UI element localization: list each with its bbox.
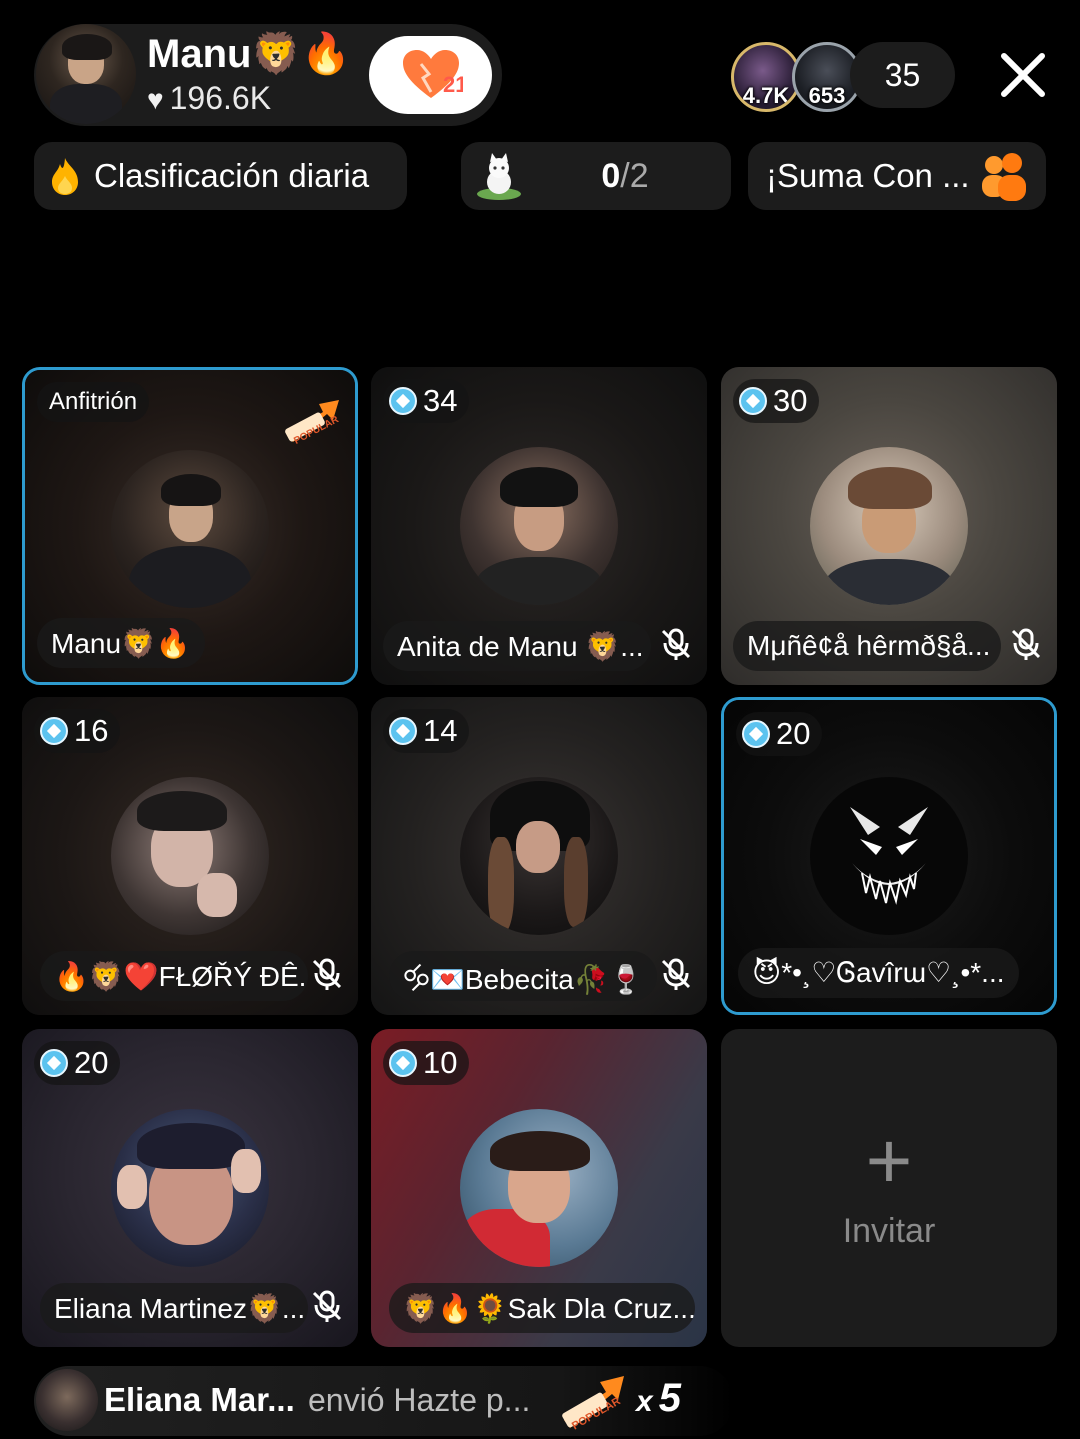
level-value: 30 bbox=[773, 383, 808, 418]
seat-name: Manu🦁🔥 bbox=[37, 618, 205, 668]
heart-follow-icon: 21 bbox=[402, 50, 463, 98]
host-tag: Anfitrión bbox=[37, 382, 150, 422]
gift-action-text: envió Hazte p... bbox=[308, 1382, 531, 1418]
goal-progress-chip[interactable]: 0/2 bbox=[461, 142, 731, 210]
popular-gift-icon: POPULAR bbox=[562, 1376, 624, 1432]
level-badge: 30 bbox=[733, 379, 820, 423]
level-value: 20 bbox=[74, 1045, 109, 1080]
gift-multiplier-prefix: x bbox=[636, 1385, 653, 1418]
seat-name: 🔥🦁❤️FŁØŘÝ ĐÊ... bbox=[40, 951, 308, 1001]
seat-avatar bbox=[111, 450, 269, 608]
goal-progress-total: /2 bbox=[620, 156, 649, 195]
promo-chip[interactable]: ¡Suma Con ... bbox=[748, 142, 1046, 210]
seat-card[interactable]: 34 Anita de Manu 🦁... bbox=[371, 367, 707, 685]
invite-label: Invitar bbox=[842, 1211, 936, 1250]
seat-card-host[interactable]: Anfitrión POPULAR Manu🦁🔥 bbox=[22, 367, 358, 685]
popular-badge-icon: POPULAR bbox=[285, 400, 341, 446]
diamond-icon bbox=[739, 387, 767, 415]
goal-progress-current: 0 bbox=[601, 156, 621, 195]
top-viewer-avatar-1[interactable]: 4.7K bbox=[731, 42, 801, 112]
host-avatar[interactable] bbox=[36, 24, 136, 124]
plus-icon: + bbox=[865, 1115, 913, 1205]
level-value: 14 bbox=[423, 713, 458, 748]
seat-name: Mμñê¢å hêrmð§å... bbox=[733, 621, 1001, 671]
level-value: 10 bbox=[423, 1045, 458, 1080]
follow-button[interactable]: 21 bbox=[369, 36, 492, 114]
diamond-icon bbox=[389, 1049, 417, 1077]
level-badge: 10 bbox=[383, 1041, 470, 1085]
seat-avatar bbox=[810, 447, 968, 605]
seat-avatar bbox=[460, 1109, 618, 1267]
level-value: 20 bbox=[776, 716, 811, 751]
diamond-icon bbox=[40, 717, 68, 745]
viewer-count-button[interactable]: 35 bbox=[850, 42, 955, 108]
mic-muted-icon bbox=[661, 628, 691, 660]
mic-muted-icon bbox=[312, 1290, 342, 1322]
gift-sender-avatar[interactable] bbox=[36, 1369, 98, 1431]
diamond-icon bbox=[389, 387, 417, 415]
host-name: Manu🦁🔥 bbox=[147, 32, 352, 76]
top-viewer-count-1: 4.7K bbox=[742, 83, 790, 108]
close-icon[interactable] bbox=[998, 50, 1048, 100]
demon-face-icon bbox=[850, 807, 928, 905]
diamond-icon bbox=[389, 717, 417, 745]
seat-name: Eliana Martinez🦁... bbox=[40, 1283, 308, 1333]
seat-name: 😈*•¸♡Ꮆavîrɯ♡¸•*... bbox=[738, 948, 1019, 998]
level-badge: 20 bbox=[736, 712, 823, 756]
seat-avatar bbox=[460, 777, 618, 935]
seat-avatar bbox=[460, 447, 618, 605]
invite-button[interactable]: + Invitar bbox=[721, 1029, 1057, 1347]
seat-card[interactable]: 14 🝰💌Bebecita🥀🍷 bbox=[371, 697, 707, 1015]
heart-icon: ♥ bbox=[147, 84, 164, 115]
level-badge: 14 bbox=[383, 709, 470, 753]
top-viewer-count-2: 653 bbox=[808, 83, 846, 108]
seat-card-selected[interactable]: 20 😈*•¸♡Ꮆavîrɯ♡¸•*... bbox=[721, 697, 1057, 1015]
level-badge: 16 bbox=[34, 709, 121, 753]
seat-avatar bbox=[111, 1109, 269, 1267]
flame-icon bbox=[52, 158, 78, 195]
seat-name: Anita de Manu 🦁... bbox=[383, 621, 651, 671]
diamond-icon bbox=[40, 1049, 68, 1077]
seat-name: 🝰💌Bebecita🥀🍷 bbox=[389, 951, 657, 1001]
promo-label: ¡Suma Con ... bbox=[766, 157, 970, 194]
gift-multiplier: x5 bbox=[636, 1376, 681, 1421]
level-value: 16 bbox=[74, 713, 109, 748]
gift-sender-name: Eliana Mar... bbox=[104, 1381, 295, 1418]
seat-card[interactable]: 10 🦁🔥🌻Sak Dla Cruz... bbox=[371, 1029, 707, 1347]
seat-avatar bbox=[810, 777, 968, 935]
mic-muted-icon bbox=[661, 958, 691, 990]
level-badge: 20 bbox=[34, 1041, 121, 1085]
level-value: 34 bbox=[423, 383, 458, 418]
mic-muted-icon bbox=[312, 958, 342, 990]
daily-ranking-chip[interactable]: Clasificación diaria bbox=[34, 142, 407, 210]
seat-card[interactable]: 16 🔥🦁❤️FŁØŘÝ ĐÊ... bbox=[22, 697, 358, 1015]
level-badge: 34 bbox=[383, 379, 470, 423]
daily-ranking-label: Clasificación diaria bbox=[94, 157, 370, 194]
diamond-icon bbox=[742, 720, 770, 748]
seat-avatar bbox=[111, 777, 269, 935]
goal-progress: 0/2 bbox=[461, 157, 731, 196]
follow-count: 21 bbox=[443, 72, 463, 97]
host-likes-count: 196.6K bbox=[169, 80, 272, 116]
gift-multiplier-value: 5 bbox=[658, 1376, 681, 1420]
mic-muted-icon bbox=[1011, 628, 1041, 660]
seat-card[interactable]: 30 Mμñê¢å hêrmð§å... bbox=[721, 367, 1057, 685]
people-group-icon bbox=[981, 153, 1026, 201]
host-likes: ♥ 196.6K bbox=[147, 80, 271, 117]
seat-name: 🦁🔥🌻Sak Dla Cruz... bbox=[389, 1283, 695, 1333]
seat-card[interactable]: 20 Eliana Martinez🦁... bbox=[22, 1029, 358, 1347]
